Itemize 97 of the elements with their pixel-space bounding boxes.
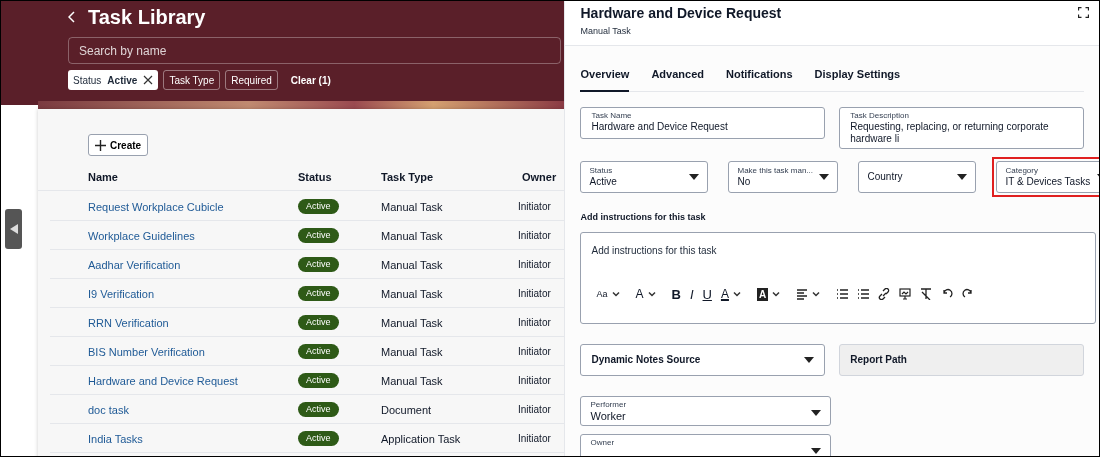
select-field[interactable]: Owner	[580, 433, 832, 456]
back-icon[interactable]	[68, 11, 76, 23]
section-label: Add instructions for this task	[580, 211, 707, 224]
table-cell-text: Manual Task	[381, 258, 443, 273]
chevron-down-icon[interactable]	[646, 289, 657, 299]
caret-icon	[819, 174, 830, 180]
text-field: Report Path	[839, 343, 1084, 376]
caret-icon	[811, 409, 822, 416]
expand-icon[interactable]	[1078, 7, 1089, 18]
tab[interactable]: Display Settings	[814, 66, 901, 92]
task-link[interactable]: doc task	[88, 402, 129, 419]
panel-subtitle: Manual Task	[580, 25, 632, 38]
table-cell-text: Initiator	[518, 345, 551, 359]
panel-title: Hardware and Device Request	[580, 4, 782, 23]
caret-icon	[689, 174, 700, 180]
filter-chip[interactable]: Required	[225, 70, 278, 90]
table-cell-text: Initiator	[518, 432, 551, 446]
link-icon[interactable]	[878, 288, 891, 300]
create-button[interactable]: Create	[88, 134, 149, 156]
task-link[interactable]: BIS Number Verification	[88, 344, 205, 361]
undo-icon[interactable]	[941, 288, 954, 300]
select-field[interactable]: Category IT & Devices Tasks	[996, 161, 1099, 193]
triangle-left-icon	[9, 224, 18, 234]
column-header: Task Type	[381, 170, 434, 185]
status-badge: Active	[298, 286, 339, 301]
chevron-down-icon[interactable]	[811, 289, 822, 299]
close-icon[interactable]	[143, 75, 154, 85]
status-badge: Active	[298, 315, 339, 330]
bulleted-list-icon[interactable]	[836, 288, 849, 300]
task-link[interactable]: Hardware and Device Request	[88, 373, 238, 390]
task-link[interactable]: Workplace Guidelines	[88, 228, 195, 245]
text-color-button[interactable]: A	[720, 287, 729, 301]
image-icon[interactable]	[899, 288, 912, 300]
bold-button[interactable]: B	[671, 287, 681, 301]
task-link[interactable]: Aadhar Verification	[88, 257, 181, 274]
filter-chip[interactable]: Status Active	[68, 70, 159, 90]
table-cell-text: Initiator	[518, 258, 551, 272]
caret-icon	[811, 447, 822, 454]
table-cell-text: Application Task	[381, 432, 461, 447]
tab[interactable]: Advanced	[651, 66, 704, 92]
status-badge: Active	[298, 199, 339, 214]
editor-placeholder: Add instructions for this task	[591, 243, 718, 258]
select-field[interactable]: Make this task man... No	[728, 161, 839, 193]
chevron-down-icon[interactable]	[771, 289, 782, 299]
task-link[interactable]: Request Workplace Cubicle	[88, 199, 224, 216]
caret-icon	[804, 356, 815, 363]
rich-text-editor[interactable]: Add instructions for this task Aa A B I U A A	[580, 231, 1097, 324]
select-field[interactable]: Performer Worker	[580, 395, 832, 426]
column-header: Owner	[522, 170, 557, 185]
status-badge: Active	[298, 402, 339, 417]
text-field[interactable]: Task Description Requesting, replacing, or returning corporate hardware li	[839, 107, 1084, 149]
list-icon[interactable]	[857, 288, 870, 300]
table-cell-text: Manual Task	[381, 345, 443, 360]
font-size-button[interactable]: Aa	[596, 287, 608, 301]
collapse-panel-button[interactable]	[5, 209, 22, 249]
select-field[interactable]: Country	[858, 161, 977, 193]
text-field[interactable]: Task Name Hardware and Device Request	[580, 107, 826, 139]
table-cell-text: Document	[381, 403, 432, 418]
redo-icon[interactable]	[962, 288, 975, 300]
page-title: Task Library	[88, 5, 206, 30]
status-badge: Active	[298, 373, 339, 388]
table-cell-text: Manual Task	[381, 374, 443, 389]
table-cell-text: Manual Task	[381, 287, 443, 302]
chevron-down-icon[interactable]	[610, 289, 621, 299]
status-badge: Active	[298, 344, 339, 359]
align-icon[interactable]	[796, 288, 809, 300]
filter-chip[interactable]: Task Type	[163, 70, 221, 90]
plus-icon	[95, 139, 106, 151]
select-field[interactable]: Status Active	[580, 161, 709, 193]
task-link[interactable]: India Tasks	[88, 431, 143, 448]
table-cell-text: Initiator	[518, 229, 551, 243]
status-badge: Active	[298, 257, 339, 272]
line-height-button[interactable]: A	[635, 287, 644, 301]
table-cell-text: Initiator	[518, 374, 551, 388]
tab[interactable]: Overview	[580, 66, 630, 92]
status-badge: Active	[298, 228, 339, 243]
clear-format-icon[interactable]	[920, 288, 933, 300]
tab[interactable]: Notifications	[726, 66, 793, 92]
clear-filters-link[interactable]: Clear (1)	[282, 70, 339, 90]
select-field[interactable]: Dynamic Notes Source	[580, 343, 826, 376]
table-cell-text: Initiator	[518, 200, 551, 214]
highlight-button[interactable]: A	[756, 287, 769, 301]
underline-button[interactable]: U	[702, 287, 712, 301]
table-cell-text: Initiator	[518, 316, 551, 330]
task-link[interactable]: RRN Verification	[88, 315, 169, 332]
column-header: Name	[88, 170, 118, 185]
table-cell-text: Manual Task	[381, 200, 443, 215]
table-cell-text: Manual Task	[381, 316, 443, 331]
table-cell-text: Manual Task	[381, 229, 443, 244]
italic-button[interactable]: I	[689, 287, 694, 301]
task-link[interactable]: I9 Verification	[88, 286, 155, 303]
chevron-down-icon[interactable]	[731, 289, 742, 299]
status-badge: Active	[298, 431, 339, 446]
table-cell-text: Initiator	[518, 403, 551, 417]
caret-icon	[957, 174, 968, 180]
column-header: Status	[298, 170, 332, 185]
table-cell-text: Initiator	[518, 287, 551, 301]
